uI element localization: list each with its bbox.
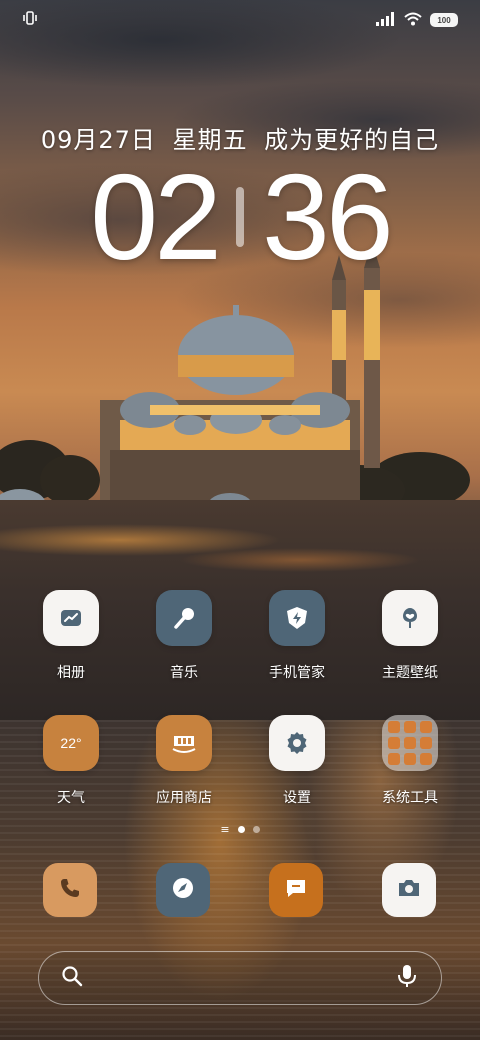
app-theme-wallpaper[interactable]: 主题壁纸 bbox=[360, 590, 460, 682]
search-bar[interactable] bbox=[38, 951, 442, 1005]
page-dot-active[interactable] bbox=[237, 825, 245, 833]
folder-mini-app-icon bbox=[420, 721, 432, 733]
folder-mini-app-icon bbox=[388, 721, 400, 733]
status-icons: 100 bbox=[376, 11, 458, 30]
weather-temp: 22° bbox=[60, 735, 82, 751]
dock-phone[interactable] bbox=[43, 863, 97, 917]
app-label: 相册 bbox=[57, 665, 85, 681]
app-gallery[interactable]: 相册 bbox=[21, 590, 121, 682]
phone-manager-icon bbox=[269, 590, 325, 646]
dock-browser[interactable] bbox=[156, 863, 210, 917]
search-icon[interactable] bbox=[61, 965, 83, 991]
app-phone-manager[interactable]: 手机管家 bbox=[247, 590, 347, 682]
gallery-icon bbox=[43, 590, 99, 646]
messages-icon bbox=[283, 875, 309, 905]
page-indicator[interactable]: ≡ bbox=[0, 822, 480, 836]
app-label: 系统工具 bbox=[382, 790, 438, 806]
music-icon bbox=[156, 590, 212, 646]
app-system-tools-folder[interactable]: 系统工具 bbox=[360, 715, 460, 807]
browser-icon bbox=[170, 875, 196, 905]
clock-separator bbox=[236, 187, 244, 247]
clock-hour: 02 bbox=[90, 149, 222, 285]
app-store[interactable]: 应用商店 bbox=[134, 715, 234, 807]
camera-icon bbox=[396, 875, 422, 905]
folder-mini-app-icon bbox=[388, 753, 400, 765]
settings-gear-icon bbox=[269, 715, 325, 771]
app-settings[interactable]: 设置 bbox=[247, 715, 347, 807]
dock-messages[interactable] bbox=[269, 863, 323, 917]
app-label: 天气 bbox=[57, 790, 85, 806]
vibrate-icon bbox=[22, 10, 38, 30]
app-label: 主题壁纸 bbox=[382, 665, 438, 681]
app-music[interactable]: 音乐 bbox=[134, 590, 234, 682]
folder-mini-app-icon bbox=[420, 753, 432, 765]
signal-icon bbox=[376, 11, 396, 30]
folder-icon bbox=[382, 715, 438, 771]
microphone-icon[interactable] bbox=[397, 964, 417, 992]
app-weather[interactable]: 22° 天气 bbox=[21, 715, 121, 807]
theme-wallpaper-icon bbox=[382, 590, 438, 646]
page-dot[interactable] bbox=[252, 825, 260, 833]
clock-minute: 36 bbox=[262, 149, 394, 285]
folder-mini-app-icon bbox=[404, 753, 416, 765]
battery-icon: 100 bbox=[430, 13, 458, 27]
folder-mini-app-icon bbox=[404, 721, 416, 733]
app-label: 手机管家 bbox=[269, 665, 325, 681]
weather-icon: 22° bbox=[43, 715, 99, 771]
app-label: 设置 bbox=[283, 790, 311, 806]
page-menu-icon[interactable]: ≡ bbox=[220, 824, 229, 835]
clock-widget[interactable]: 02 36 bbox=[0, 149, 480, 285]
wifi-icon bbox=[404, 11, 422, 30]
dock-camera[interactable] bbox=[382, 863, 436, 917]
folder-mini-app-icon bbox=[420, 737, 432, 749]
folder-mini-app-icon bbox=[388, 737, 400, 749]
status-bar: 100 bbox=[0, 0, 480, 40]
date-line[interactable]: 09月27日 星期五 成为更好的自己 bbox=[0, 120, 480, 155]
folder-mini-app-icon bbox=[404, 737, 416, 749]
phone-icon bbox=[58, 876, 82, 904]
app-label: 音乐 bbox=[170, 665, 198, 681]
app-store-icon bbox=[156, 715, 212, 771]
app-label: 应用商店 bbox=[156, 790, 212, 806]
